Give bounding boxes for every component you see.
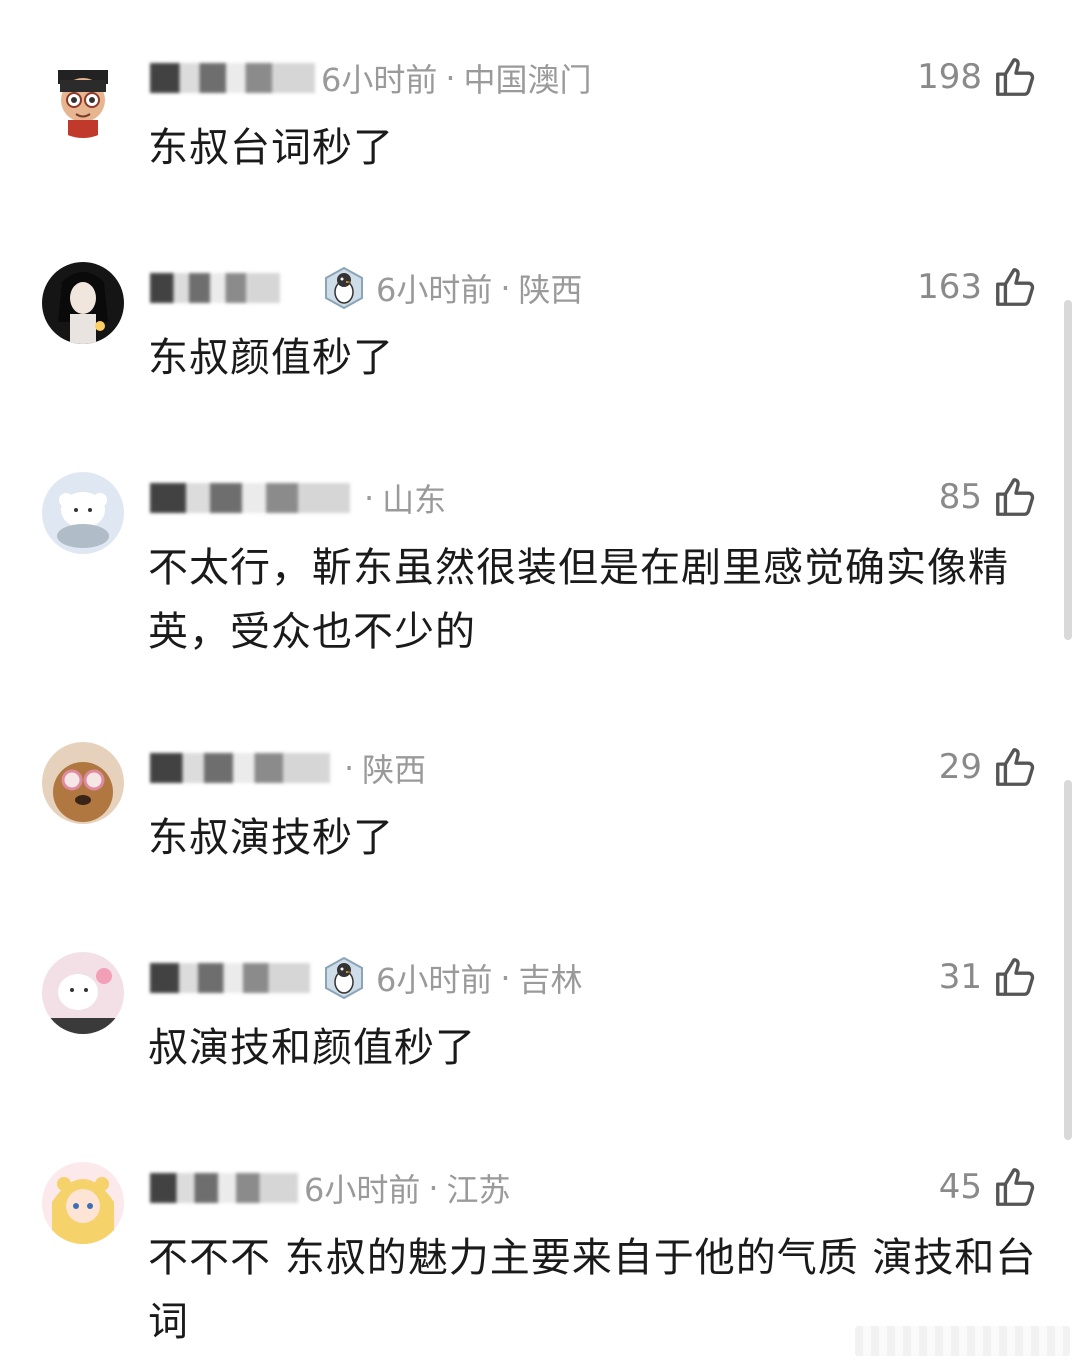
thumbs-up-icon (992, 954, 1038, 1000)
username-blurred[interactable] (150, 753, 330, 783)
like-button[interactable]: 163 (917, 262, 1038, 312)
like-count: 163 (917, 267, 982, 307)
scrollbar-lower[interactable] (1064, 780, 1072, 1140)
scrollbar-upper[interactable] (1064, 300, 1072, 640)
like-button[interactable]: 85 (939, 472, 1038, 522)
meta-separator: · (445, 59, 456, 97)
avatar[interactable] (42, 742, 124, 824)
avatar[interactable] (42, 952, 124, 1034)
meta-separator: · (428, 1169, 439, 1207)
comment-time: 6小时前 (376, 961, 493, 999)
thumbs-up-icon (992, 264, 1038, 310)
comment-text: 叔演技和颜值秒了 (148, 1025, 476, 1071)
comment-text: 东叔演技秒了 (148, 815, 394, 861)
comment-meta: 6小时前 · 吉林 (150, 956, 583, 1000)
comment-location: 吉林 (518, 961, 583, 999)
penguin-badge-icon (322, 266, 366, 310)
meta-separator: · (344, 749, 355, 787)
like-button[interactable]: 31 (939, 952, 1038, 1002)
comment-meta: · 陕西 (150, 746, 426, 790)
watermark (855, 1326, 1070, 1356)
thumbs-up-icon (992, 54, 1038, 100)
like-count: 31 (938, 957, 982, 997)
meta-separator: · (500, 269, 511, 307)
avatar[interactable] (42, 56, 124, 138)
thumbs-up-icon (992, 744, 1038, 790)
comment-location: 中国澳门 (463, 61, 592, 99)
comment-meta: 6小时前 · 陕西 (150, 266, 583, 310)
like-count: 29 (938, 747, 982, 787)
avatar[interactable] (42, 1162, 124, 1244)
username-blurred[interactable] (150, 1173, 298, 1203)
meta-separator: · (364, 479, 375, 517)
comment-text: 不太行，靳东虽然很装但是在剧里感觉确实像精英，受众也不少的 (148, 545, 1009, 655)
username-blurred[interactable] (150, 273, 280, 303)
comment-text: 东叔台词秒了 (148, 125, 394, 171)
comment-location: 江苏 (446, 1171, 511, 1209)
thumbs-up-icon (992, 1164, 1038, 1210)
like-count: 45 (938, 1167, 982, 1207)
comment-text: 东叔颜值秒了 (148, 335, 394, 381)
username-blurred[interactable] (150, 483, 350, 513)
like-count: 198 (917, 57, 982, 97)
like-button[interactable]: 198 (917, 52, 1038, 102)
username-blurred[interactable] (150, 63, 315, 93)
comment-location: 陕西 (362, 751, 427, 789)
like-button[interactable]: 45 (939, 1162, 1038, 1212)
avatar[interactable] (42, 472, 124, 554)
comment-time: 6小时前 (304, 1171, 421, 1209)
comment-meta: 6小时前 · 江苏 (150, 1166, 511, 1210)
meta-separator: · (500, 959, 511, 997)
comment-location: 陕西 (518, 271, 583, 309)
comment-meta: · 山东 (150, 476, 446, 520)
comment-time: 6小时前 (321, 61, 438, 99)
comment-location: 山东 (382, 481, 447, 519)
comment-meta: 6小时前 · 中国澳门 (150, 56, 592, 100)
comment-time: 6小时前 (376, 271, 493, 309)
penguin-badge-icon (322, 956, 366, 1000)
avatar[interactable] (42, 262, 124, 344)
thumbs-up-icon (992, 474, 1038, 520)
username-blurred[interactable] (150, 963, 310, 993)
like-count: 85 (938, 477, 982, 517)
like-button[interactable]: 29 (939, 742, 1038, 792)
